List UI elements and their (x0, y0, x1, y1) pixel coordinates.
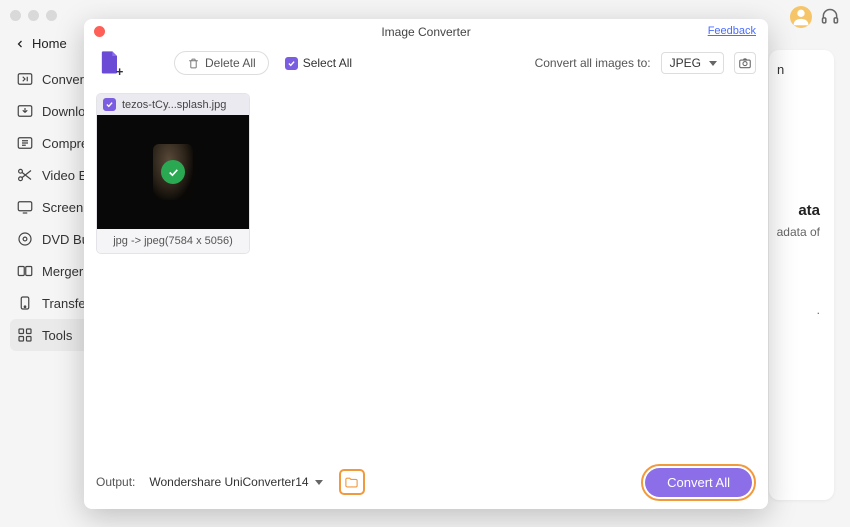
select-all-checkbox[interactable]: Select All (285, 56, 352, 70)
thumbnail-grid: tezos-tCy...splash.jpg jpg -> jpeg(7584 … (84, 87, 768, 461)
convert-all-button[interactable]: Convert All (645, 468, 752, 497)
screen-icon (16, 198, 34, 216)
avatar[interactable] (790, 6, 812, 28)
modal-titlebar: Image Converter Feedback (84, 19, 768, 45)
compress-icon (16, 134, 34, 152)
sidebar-item-label: Screen (42, 200, 83, 215)
window-traffic-lights[interactable] (10, 10, 57, 21)
sidebar-item-label: Compre (42, 136, 88, 151)
output-path-select[interactable]: Wondershare UniConverter14 (143, 471, 326, 493)
svg-text:+: + (116, 64, 124, 77)
file-plus-icon: + (96, 49, 124, 77)
convert-to-label: Convert all images to: (535, 56, 651, 70)
chevron-left-icon (14, 38, 26, 50)
item-filename: tezos-tCy...splash.jpg (122, 99, 226, 111)
image-item[interactable]: tezos-tCy...splash.jpg jpg -> jpeg(7584 … (96, 93, 250, 254)
modal-toolbar: + Delete All Select All Convert all imag… (84, 45, 768, 87)
sidebar-item-label: Conver (42, 72, 84, 87)
format-selected-value: JPEG (670, 56, 701, 70)
grid-icon (16, 326, 34, 344)
bg-heading-fragment: ata (798, 202, 820, 219)
thumbnail-header: tezos-tCy...splash.jpg (97, 94, 249, 115)
item-checkbox[interactable] (103, 98, 116, 111)
sidebar-item-label: Merger (42, 264, 83, 279)
bg-desc-fragment-2: . (817, 303, 820, 317)
feedback-link[interactable]: Feedback (708, 25, 756, 37)
output-path-value: Wondershare UniConverter14 (149, 475, 308, 489)
user-icon (790, 6, 812, 28)
image-converter-modal: Image Converter Feedback + Delete All Se… (84, 19, 768, 509)
transfer-icon (16, 294, 34, 312)
camera-icon (738, 56, 752, 70)
item-conversion-info: jpg -> jpeg(7584 x 5056) (97, 229, 249, 253)
trash-icon (187, 57, 200, 70)
thumbnail-preview (97, 115, 249, 229)
select-all-label: Select All (303, 56, 352, 70)
sidebar-item-label: Downlo (42, 104, 85, 119)
status-success-badge (161, 160, 185, 184)
modal-bottombar: Output: Wondershare UniConverter14 Conve… (84, 461, 768, 509)
sidebar-item-label: Transfe (42, 296, 86, 311)
convert-all-highlight: Convert All (641, 464, 756, 501)
settings-camera-button[interactable] (734, 52, 756, 74)
close-icon[interactable] (94, 26, 105, 37)
open-folder-button[interactable] (339, 469, 365, 495)
traffic-max-icon[interactable] (46, 10, 57, 21)
sidebar-item-label: Video E (42, 168, 87, 183)
merge-icon (16, 262, 34, 280)
home-label: Home (32, 36, 67, 51)
background-panel: n (769, 50, 834, 500)
traffic-close-icon[interactable] (10, 10, 21, 21)
output-format-select[interactable]: JPEG (661, 52, 724, 74)
converter-icon (16, 70, 34, 88)
bg-text: n (769, 50, 834, 89)
download-icon (16, 102, 34, 120)
sidebar-item-label: Tools (42, 328, 72, 343)
disc-icon (16, 230, 34, 248)
check-icon (167, 166, 180, 179)
sidebar-item-label: DVD Bu (42, 232, 89, 247)
checkbox-checked-icon (285, 57, 298, 70)
modal-title: Image Converter (381, 25, 470, 39)
output-label: Output: (96, 475, 135, 489)
scissors-icon (16, 166, 34, 184)
delete-all-button[interactable]: Delete All (174, 51, 269, 75)
traffic-min-icon[interactable] (28, 10, 39, 21)
bg-desc-fragment: adata of (777, 225, 820, 239)
delete-all-label: Delete All (205, 56, 256, 70)
support-icon[interactable] (820, 7, 840, 27)
add-file-button[interactable]: + (96, 49, 124, 77)
folder-icon (344, 475, 359, 490)
